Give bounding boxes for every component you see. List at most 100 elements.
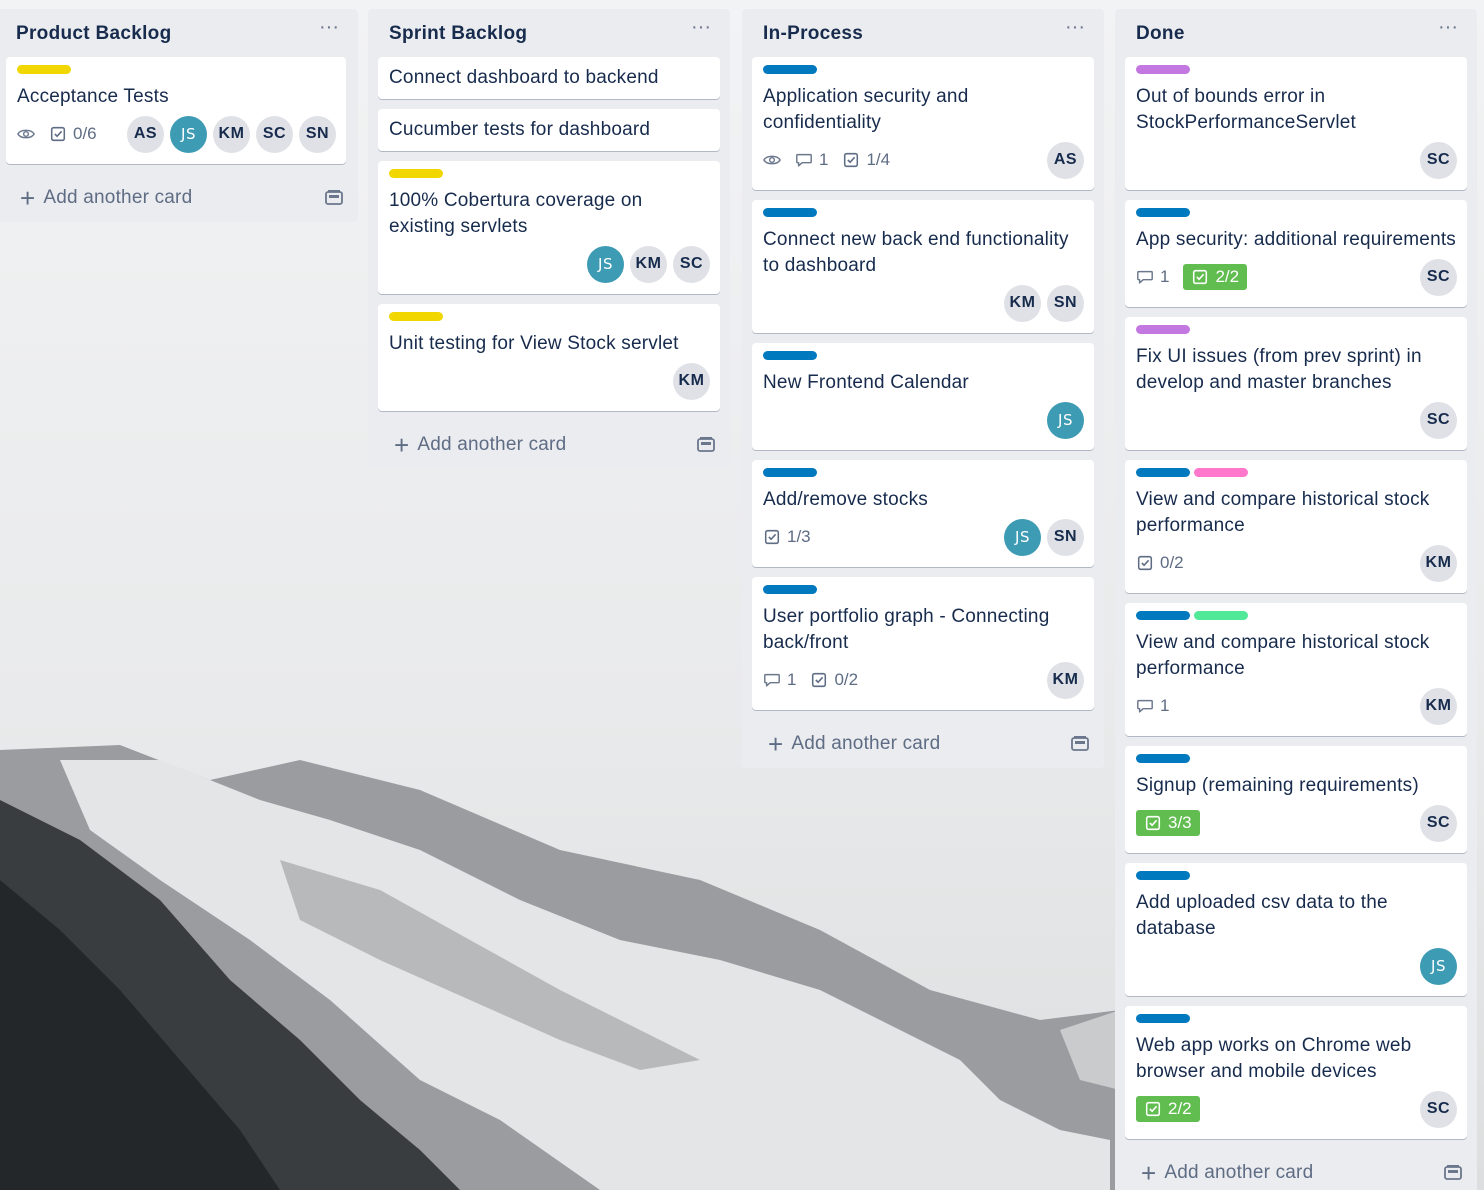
card-template-icon[interactable] [696, 436, 716, 454]
avatar[interactable]: JS [1420, 947, 1457, 985]
eye-icon [17, 125, 35, 143]
add-card-label: Add another card [1164, 1162, 1314, 1183]
label-blue[interactable] [763, 208, 817, 217]
card[interactable]: Add/remove stocks 1/3 JS SN [752, 460, 1094, 567]
card-title: Application security and confidentiality [763, 86, 969, 133]
avatar[interactable]: SC [1420, 804, 1457, 842]
list-menu-icon[interactable]: ··· [1060, 17, 1090, 43]
checklist-badge: 3/3 [1136, 810, 1200, 836]
avatar[interactable]: SC [256, 115, 293, 153]
add-card-button[interactable]: + Add another card [742, 720, 1104, 768]
card[interactable]: App security: additional requirements 1 2/… [1125, 200, 1467, 307]
card-title: New Frontend Calendar [763, 372, 969, 393]
comment-icon [763, 671, 781, 689]
label-yellow[interactable] [389, 169, 443, 178]
avatar[interactable]: KM [1047, 661, 1084, 699]
avatar[interactable]: SC [1420, 258, 1457, 296]
list-done: Done ··· Out of bounds error in StockPer… [1115, 9, 1477, 1190]
card[interactable]: Cucumber tests for dashboard [378, 109, 720, 151]
avatar[interactable]: KM [1004, 284, 1041, 322]
card[interactable]: Signup (remaining requirements) 3/3 SC [1125, 746, 1467, 853]
label-pink[interactable] [1194, 468, 1248, 477]
badge-text: 0/2 [834, 670, 859, 689]
avatar[interactable]: SC [673, 245, 710, 283]
avatar[interactable]: SC [1420, 141, 1457, 179]
card[interactable]: Connect dashboard to backend [378, 57, 720, 99]
board: Product Backlog ··· Acceptance Tests 0/6 A… [0, 0, 1484, 1190]
label-blue[interactable] [763, 65, 817, 74]
avatar[interactable]: SC [1420, 1090, 1457, 1128]
card-members: AS JS KM SC SN [127, 115, 336, 153]
card-footer: 1 2/2 SC [1136, 257, 1457, 297]
card[interactable]: Unit testing for View Stock servlet KM [378, 304, 720, 411]
card[interactable]: User portfolio graph - Connecting back/f… [752, 577, 1094, 710]
card-badges: 1/3 [763, 527, 811, 547]
avatar[interactable]: SN [1047, 518, 1084, 556]
card[interactable]: Add uploaded csv data to the database JS [1125, 863, 1467, 996]
label-blue[interactable] [1136, 871, 1190, 880]
avatar[interactable]: KM [630, 245, 667, 283]
avatar[interactable]: AS [127, 115, 164, 153]
avatar[interactable]: SN [1047, 284, 1084, 322]
add-card-button[interactable]: + Add another card [368, 421, 730, 469]
eye-badge [17, 125, 35, 143]
card[interactable]: Out of bounds error in StockPerformanceS… [1125, 57, 1467, 190]
checklist-icon [49, 125, 67, 143]
badge-text: 2/2 [1215, 267, 1240, 286]
label-blue[interactable] [763, 468, 817, 477]
list-product-backlog: Product Backlog ··· Acceptance Tests 0/6 A… [0, 9, 358, 222]
card-footer: KM [389, 361, 710, 401]
card-title: View and compare historical stock perfor… [1136, 632, 1430, 679]
label-green_label[interactable] [1194, 611, 1248, 620]
card-members: KM SN [1004, 284, 1084, 322]
avatar[interactable]: KM [213, 115, 250, 153]
eye-badge [763, 151, 781, 169]
list-menu-icon[interactable]: ··· [314, 17, 344, 43]
card[interactable]: Application security and confidentiality… [752, 57, 1094, 190]
card-template-icon[interactable] [324, 189, 344, 207]
avatar[interactable]: JS [587, 245, 624, 283]
card[interactable]: Connect new back end functionality to da… [752, 200, 1094, 333]
label-blue[interactable] [1136, 208, 1190, 217]
plus-icon: + [394, 430, 410, 460]
label-blue[interactable] [1136, 468, 1190, 477]
label-purple[interactable] [1136, 65, 1190, 74]
label-yellow[interactable] [17, 65, 71, 74]
card-labels [763, 585, 1084, 594]
card[interactable]: Web app works on Chrome web browser and … [1125, 1006, 1467, 1139]
label-blue[interactable] [763, 585, 817, 594]
list-menu-icon[interactable]: ··· [1433, 17, 1463, 43]
avatar[interactable]: KM [673, 362, 710, 400]
card[interactable]: Fix UI issues (from prev sprint) in deve… [1125, 317, 1467, 450]
badge-text: 1 [1160, 267, 1170, 286]
card-template-icon[interactable] [1443, 1164, 1463, 1182]
card[interactable]: View and compare historical stock perfor… [1125, 603, 1467, 736]
avatar[interactable]: JS [1004, 518, 1041, 556]
card-template-icon[interactable] [1070, 735, 1090, 753]
add-card-button[interactable]: + Add another card [0, 174, 358, 222]
badge-text: 1 [1160, 696, 1170, 715]
list-title: Sprint Backlog [389, 23, 528, 44]
avatar[interactable]: KM [1420, 544, 1457, 582]
card-title: Acceptance Tests [17, 86, 169, 107]
card-members: SC [1420, 141, 1457, 179]
avatar[interactable]: AS [1047, 141, 1084, 179]
card[interactable]: 100% Cobertura coverage on existing serv… [378, 161, 720, 294]
label-blue[interactable] [1136, 611, 1190, 620]
card-title: Connect new back end functionality to da… [763, 229, 1069, 276]
label-blue[interactable] [763, 351, 817, 360]
avatar[interactable]: KM [1420, 687, 1457, 725]
label-blue[interactable] [1136, 754, 1190, 763]
avatar[interactable]: SC [1420, 401, 1457, 439]
label-yellow[interactable] [389, 312, 443, 321]
avatar[interactable]: SN [299, 115, 336, 153]
card[interactable]: New Frontend Calendar JS [752, 343, 1094, 450]
card[interactable]: View and compare historical stock perfor… [1125, 460, 1467, 593]
add-card-button[interactable]: + Add another card [1115, 1149, 1477, 1190]
avatar[interactable]: JS [170, 115, 207, 153]
card[interactable]: Acceptance Tests 0/6 AS JS KM SC SN [6, 57, 346, 164]
avatar[interactable]: JS [1047, 401, 1084, 439]
list-menu-icon[interactable]: ··· [686, 17, 716, 43]
label-purple[interactable] [1136, 325, 1190, 334]
label-blue[interactable] [1136, 1014, 1190, 1023]
